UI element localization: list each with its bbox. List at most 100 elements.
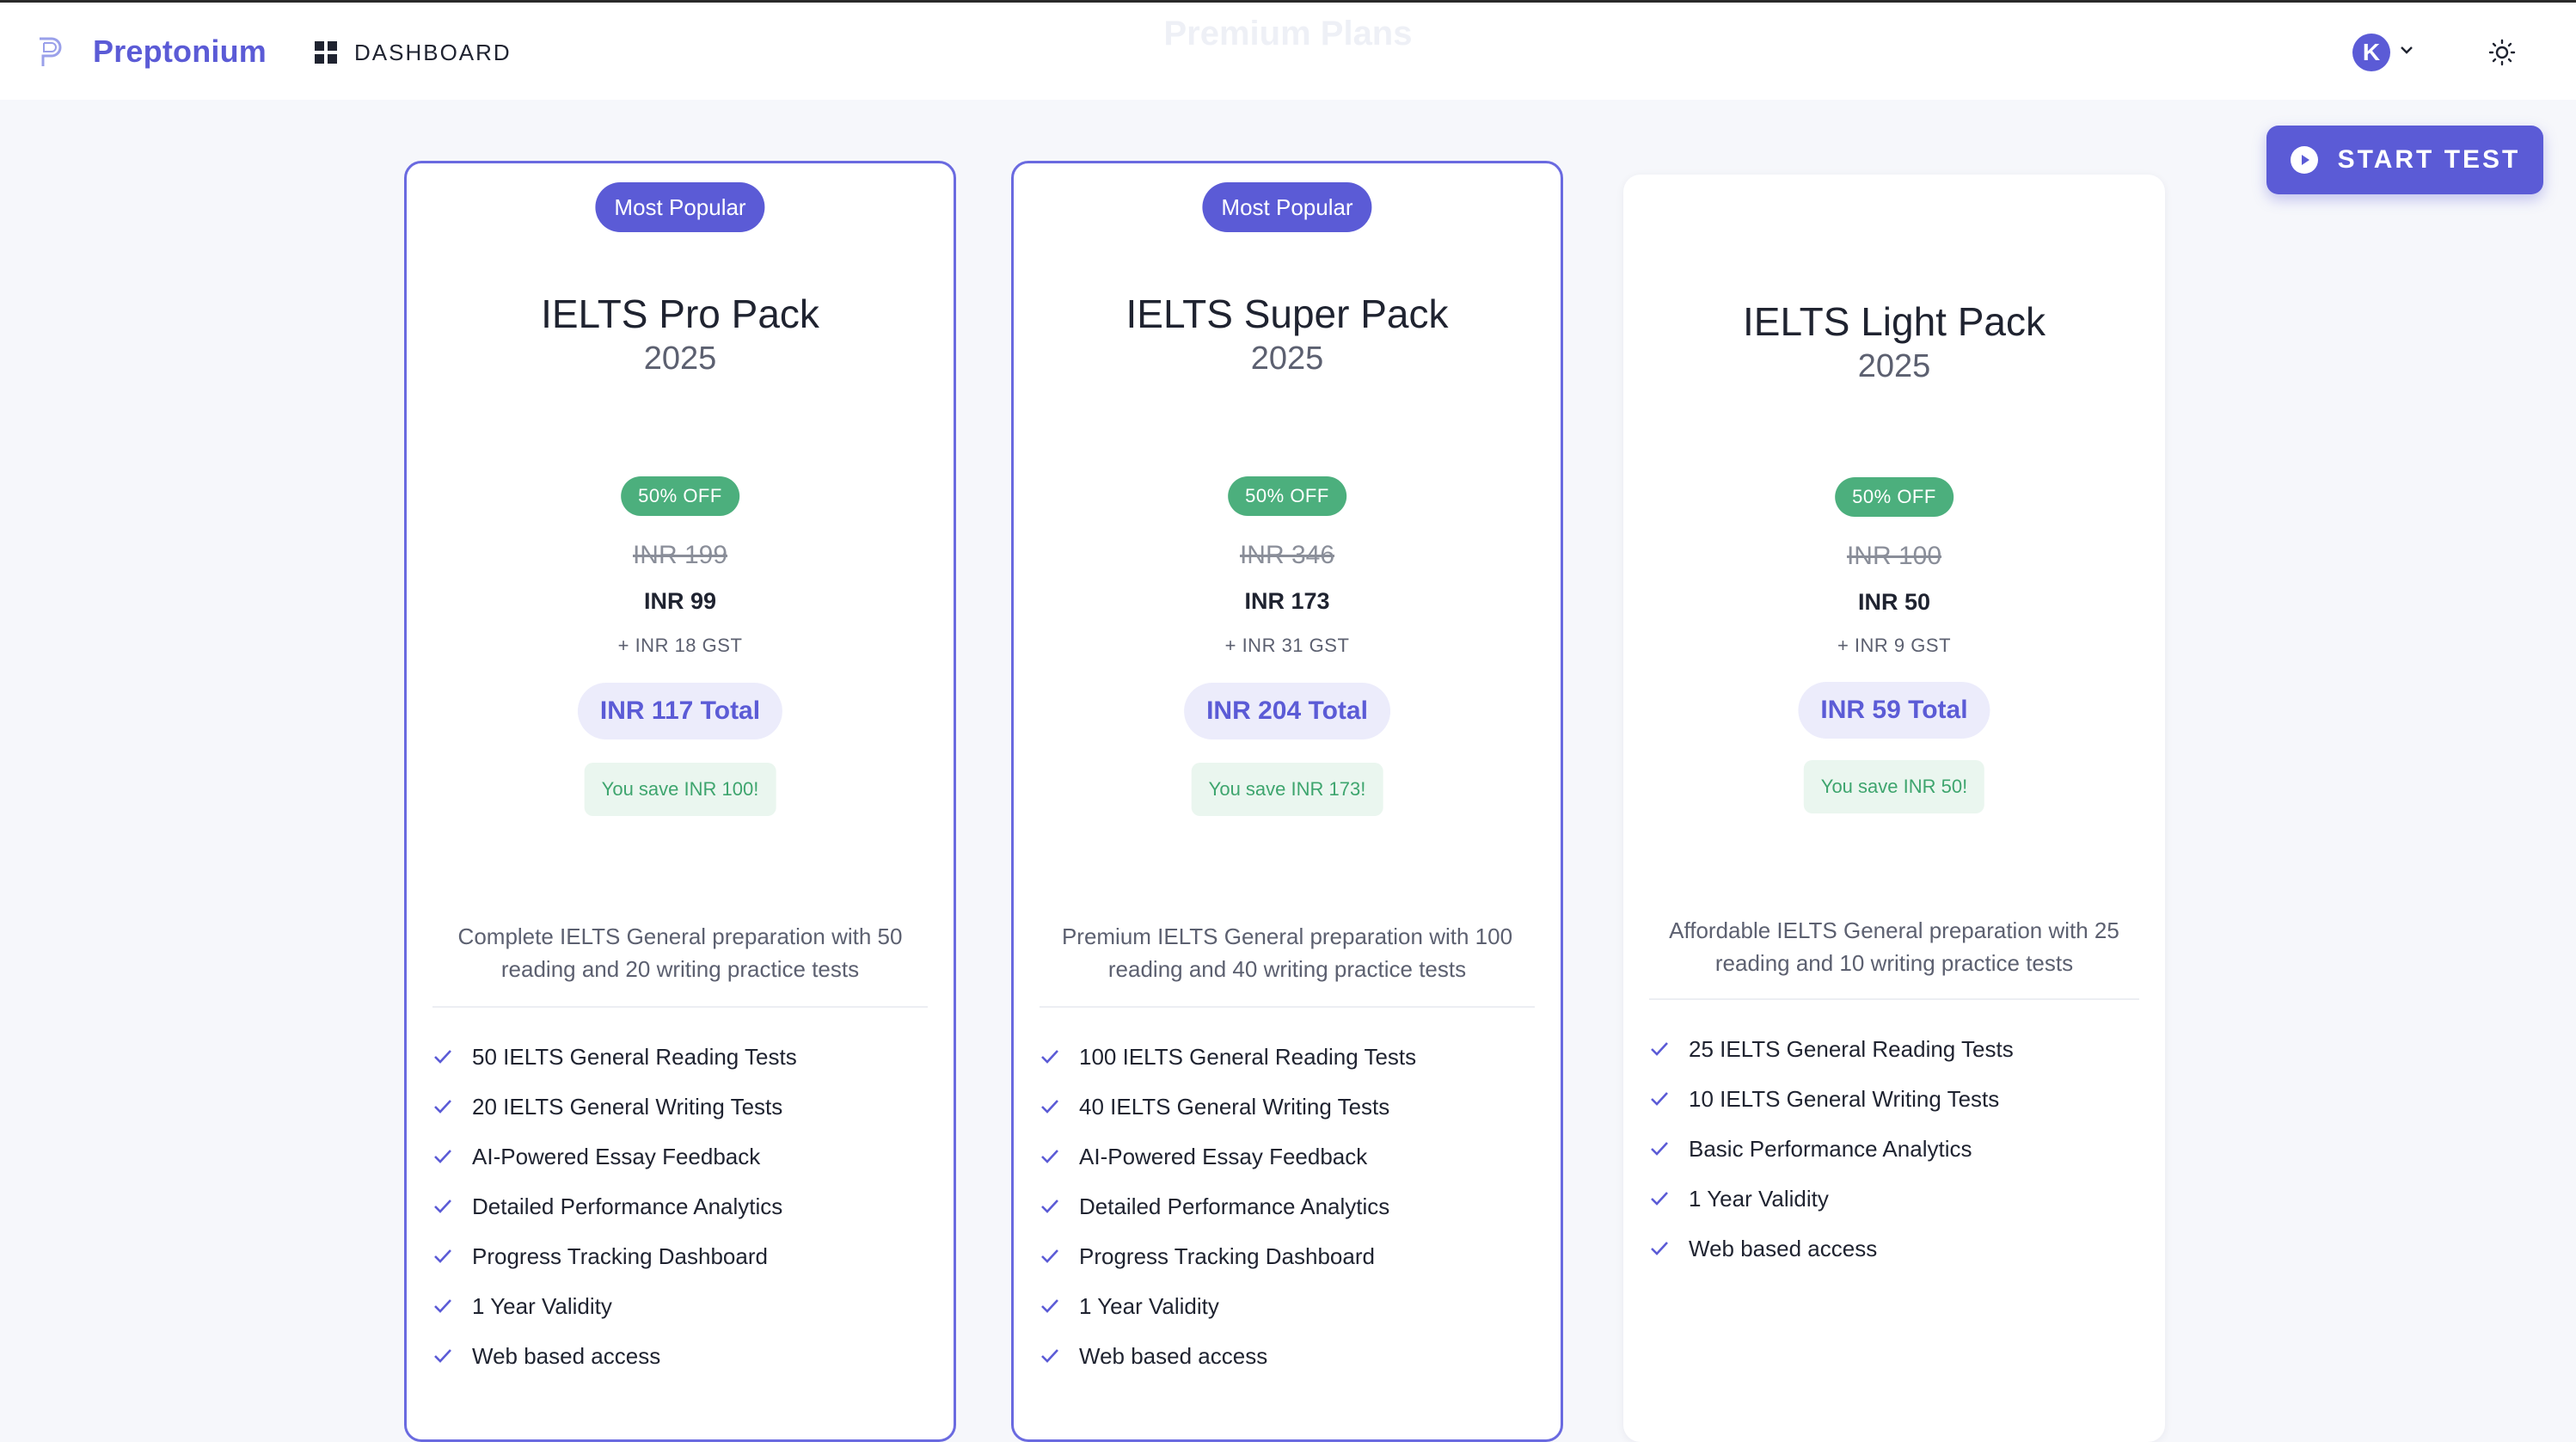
feature-label: 40 IELTS General Writing Tests <box>1079 1093 1390 1120</box>
total-price-pill: INR 204 Total <box>1184 683 1390 739</box>
check-icon <box>434 1050 451 1064</box>
check-icon <box>434 1200 451 1213</box>
play-circle-icon <box>2290 146 2318 174</box>
feature-item: 50 IELTS General Reading Tests <box>432 1032 936 1082</box>
plan-year: 2025 <box>1250 341 1324 377</box>
check-icon <box>1041 1349 1058 1363</box>
feature-label: Web based access <box>1079 1342 1268 1369</box>
discounted-price: INR 99 <box>643 588 717 614</box>
feature-label: Detailed Performance Analytics <box>1079 1193 1390 1219</box>
feature-item: 20 IELTS General Writing Tests <box>432 1082 936 1132</box>
check-icon <box>1651 1042 1668 1056</box>
feature-item: Detailed Performance Analytics <box>432 1181 936 1231</box>
plan-card-pro[interactable]: Most Popular IELTS Pro Pack 2025 50% OFF… <box>404 161 956 1442</box>
feature-list: 50 IELTS General Reading Tests 20 IELTS … <box>432 1032 936 1381</box>
check-icon <box>434 1100 451 1114</box>
start-test-button[interactable]: START TEST <box>2266 126 2543 194</box>
feature-item: 40 IELTS General Writing Tests <box>1040 1082 1543 1132</box>
feature-item: 1 Year Validity <box>1649 1174 2148 1224</box>
check-icon <box>1041 1150 1058 1163</box>
divider <box>1040 1006 1535 1008</box>
discounted-price: INR 173 <box>1244 588 1330 614</box>
plan-card-light[interactable]: IELTS Light Pack 2025 50% OFF INR 100 IN… <box>1623 175 2165 1442</box>
check-icon <box>1041 1050 1058 1064</box>
theme-toggle-sun-icon[interactable] <box>2485 35 2519 70</box>
discount-badge: 50% OFF <box>1835 477 1953 517</box>
most-popular-badge: Most Popular <box>595 182 765 232</box>
feature-label: AI-Powered Essay Feedback <box>472 1143 761 1169</box>
plan-card-super[interactable]: Most Popular IELTS Super Pack 2025 50% O… <box>1011 161 1563 1442</box>
plan-name: IELTS Pro Pack <box>541 291 819 336</box>
check-icon <box>1651 1192 1668 1206</box>
feature-label: 1 Year Validity <box>472 1292 612 1319</box>
feature-list: 25 IELTS General Reading Tests 10 IELTS … <box>1649 1024 2148 1273</box>
chevron-down-icon[interactable] <box>2397 40 2416 59</box>
plan-description: Complete IELTS General preparation with … <box>457 923 903 982</box>
total-price-pill: INR 117 Total <box>577 683 783 739</box>
check-icon <box>434 1349 451 1363</box>
feature-item: 10 IELTS General Writing Tests <box>1649 1074 2148 1124</box>
feature-item: 100 IELTS General Reading Tests <box>1040 1032 1543 1082</box>
plan-name: IELTS Light Pack <box>1743 299 2045 344</box>
savings-pill: You save INR 173! <box>1191 763 1383 816</box>
check-icon <box>1651 1092 1668 1106</box>
feature-item: 25 IELTS General Reading Tests <box>1649 1024 2148 1074</box>
check-icon <box>1651 1242 1668 1255</box>
feature-label: Detailed Performance Analytics <box>472 1193 783 1219</box>
feature-label: Web based access <box>1689 1235 1878 1261</box>
most-popular-badge: Most Popular <box>1202 182 1372 232</box>
original-price: INR 346 <box>1239 541 1335 569</box>
check-icon <box>434 1150 451 1163</box>
savings-pill: You save INR 50! <box>1803 760 1985 813</box>
feature-list: 100 IELTS General Reading Tests 40 IELTS… <box>1040 1032 1543 1381</box>
check-icon <box>1041 1200 1058 1213</box>
feature-label: 1 Year Validity <box>1689 1185 1829 1212</box>
check-icon <box>1651 1142 1668 1156</box>
user-avatar[interactable]: K <box>2352 34 2390 71</box>
feature-item: Basic Performance Analytics <box>1649 1124 2148 1174</box>
original-price: INR 199 <box>632 541 728 569</box>
feature-item: AI-Powered Essay Feedback <box>1040 1132 1543 1181</box>
total-price-pill: INR 59 Total <box>1798 682 1990 739</box>
feature-label: 25 IELTS General Reading Tests <box>1689 1035 2014 1062</box>
feature-item: Web based access <box>1040 1331 1543 1381</box>
feature-item: Progress Tracking Dashboard <box>1040 1231 1543 1281</box>
feature-label: 10 IELTS General Writing Tests <box>1689 1085 2000 1112</box>
gst-amount: + INR 18 GST <box>617 635 743 656</box>
feature-item: Web based access <box>432 1331 936 1381</box>
plan-name: IELTS Super Pack <box>1125 291 1449 336</box>
feature-label: Progress Tracking Dashboard <box>472 1243 768 1269</box>
check-icon <box>434 1299 451 1313</box>
feature-item: AI-Powered Essay Feedback <box>432 1132 936 1181</box>
gst-amount: + INR 9 GST <box>1837 635 1952 656</box>
check-icon <box>1041 1249 1058 1263</box>
check-icon <box>1041 1100 1058 1114</box>
divider <box>1649 998 2139 1000</box>
check-icon <box>434 1249 451 1263</box>
feature-label: 20 IELTS General Writing Tests <box>472 1093 783 1120</box>
plan-description: Affordable IELTS General preparation wit… <box>1669 917 2119 976</box>
feature-item: 1 Year Validity <box>1040 1281 1543 1331</box>
feature-item: 1 Year Validity <box>432 1281 936 1331</box>
feature-item: Web based access <box>1649 1224 2148 1273</box>
plan-year: 2025 <box>1857 348 1931 384</box>
feature-label: Web based access <box>472 1342 661 1369</box>
original-price: INR 100 <box>1846 542 1942 570</box>
gst-amount: + INR 31 GST <box>1224 635 1350 656</box>
discount-badge: 50% OFF <box>1228 476 1346 516</box>
divider <box>432 1006 928 1008</box>
feature-label: 1 Year Validity <box>1079 1292 1219 1319</box>
feature-label: AI-Powered Essay Feedback <box>1079 1143 1368 1169</box>
page-title: Premium Plans <box>1163 15 1413 52</box>
feature-item: Progress Tracking Dashboard <box>432 1231 936 1281</box>
check-icon <box>1041 1299 1058 1313</box>
feature-label: Basic Performance Analytics <box>1689 1135 1972 1162</box>
feature-item: Detailed Performance Analytics <box>1040 1181 1543 1231</box>
feature-label: 100 IELTS General Reading Tests <box>1079 1043 1417 1070</box>
plan-year: 2025 <box>643 341 717 377</box>
discount-badge: 50% OFF <box>621 476 739 516</box>
start-test-label: START TEST <box>2337 145 2521 174</box>
plan-description: Premium IELTS General preparation with 1… <box>1061 923 1513 982</box>
top-bar: Preptonium DASHBOARD Premium Plans K <box>0 0 2576 100</box>
savings-pill: You save INR 100! <box>584 763 776 816</box>
